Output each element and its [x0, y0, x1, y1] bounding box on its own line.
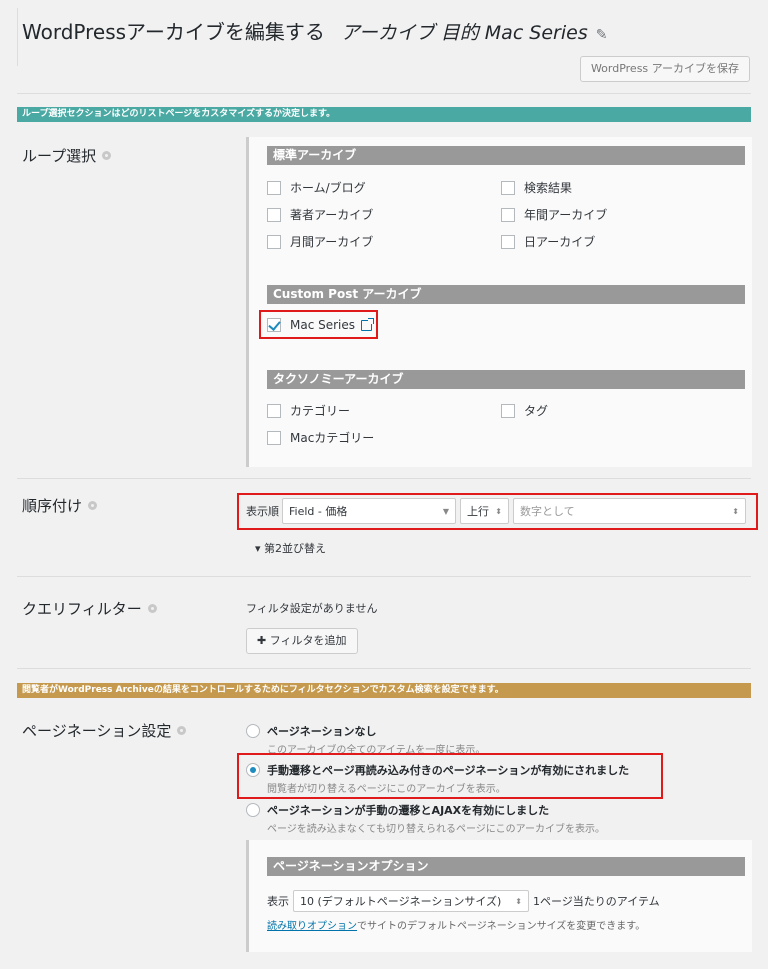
divider — [17, 478, 751, 479]
checkbox-label: 日アーカイブ — [524, 235, 596, 249]
radio-title: ページネーションなし — [267, 725, 377, 738]
highlight-box — [259, 310, 378, 339]
order-label-text: 順序付け — [22, 497, 83, 515]
show-label: 表示 — [267, 895, 289, 908]
pencil-icon[interactable]: ✎ — [596, 27, 608, 43]
filter-banner: 閲覧者がWordPress Archiveの結果をコントロールするためにフィルタ… — [17, 683, 751, 698]
checkbox-icon[interactable] — [501, 234, 515, 249]
checkbox-icon[interactable] — [267, 430, 281, 445]
checkbox-label: Macカテゴリー — [290, 431, 375, 445]
divider — [17, 668, 751, 669]
checkbox-icon[interactable] — [267, 207, 281, 222]
help-icon[interactable] — [177, 726, 187, 735]
checkbox-tag[interactable]: タグ — [501, 402, 548, 419]
divider — [17, 576, 751, 577]
page-title: WordPressアーカイブを編集する — [22, 20, 325, 44]
help-icon[interactable] — [102, 151, 112, 160]
radio-ajax-pagination[interactable]: ページネーションが手動の遷移とAJAXを有効にしました ページを読み込まなくても… — [246, 802, 605, 835]
add-filter-button[interactable]: ✚ フィルタを追加 — [246, 628, 358, 654]
loop-selection-box: 標準アーカイブ ホーム/ブログ 検索結果 著者アーカイブ 年間アーカイブ 月間ア… — [246, 137, 752, 467]
pagination-options-head: ページネーションオプション — [267, 857, 745, 876]
checkbox-category[interactable]: カテゴリー — [267, 402, 350, 419]
radio-no-pagination[interactable]: ページネーションなし このアーカイブの全てのアイテムを一度に表示。 — [246, 723, 485, 756]
checkbox-yearly-archive[interactable]: 年間アーカイブ — [501, 206, 607, 223]
checkbox-label: 検索結果 — [524, 181, 573, 195]
loop-section-label: ループ選択 — [22, 145, 112, 166]
reading-options-link[interactable]: 読み取りオプション — [267, 921, 357, 932]
archive-name: アーカイブ 目的 Mac Series — [340, 22, 588, 44]
no-filter-text: フィルタ設定がありません — [246, 602, 378, 615]
reading-options-note: 読み取りオプションでサイトのデフォルトページネーションサイズを変更できます。 — [267, 917, 645, 932]
select-value: 10 (デフォルトページネーションサイズ) — [300, 895, 502, 908]
checkbox-icon[interactable] — [267, 234, 281, 249]
checkbox-label: カテゴリー — [290, 404, 351, 418]
left-rule — [17, 8, 18, 66]
radio-desc: ページを読み込まなくても切り替えられるページにこのアーカイブを表示。 — [267, 824, 605, 835]
pagination-label-text: ページネーション設定 — [22, 722, 172, 740]
checkbox-label: ホーム/ブログ — [290, 181, 366, 195]
checkbox-label: 月間アーカイブ — [290, 235, 374, 249]
divider — [17, 93, 751, 94]
page-size-select[interactable]: 10 (デフォルトページネーションサイズ) ⬍ — [293, 890, 529, 912]
checkbox-monthly-archive[interactable]: 月間アーカイブ — [267, 233, 373, 250]
checkbox-icon[interactable] — [501, 180, 515, 195]
pagination-options-box: ページネーションオプション 表示 10 (デフォルトページネーションサイズ) ⬍… — [246, 840, 752, 952]
pagination-section-label: ページネーション設定 — [22, 720, 187, 741]
updown-arrows-icon: ⬍ — [515, 896, 522, 906]
radio-icon[interactable] — [246, 803, 260, 817]
reading-note-text: でサイトのデフォルトページネーションサイズを変更できます。 — [357, 921, 646, 932]
highlight-box — [237, 753, 663, 799]
checkbox-label: 著者アーカイブ — [290, 208, 374, 222]
checkbox-label: 年間アーカイブ — [524, 208, 608, 222]
custom-post-archives-head: Custom Post アーカイブ — [267, 285, 745, 304]
checkbox-author-archive[interactable]: 著者アーカイブ — [267, 206, 373, 223]
checkbox-icon[interactable] — [501, 207, 515, 222]
help-icon[interactable] — [88, 501, 98, 510]
page-size-row: 表示 10 (デフォルトページネーションサイズ) ⬍ 1ページ当たりのアイテム — [267, 890, 660, 912]
per-page-label: 1ページ当たりのアイテム — [533, 895, 660, 908]
checkbox-label: タグ — [524, 404, 549, 418]
checkbox-mac-category[interactable]: Macカテゴリー — [267, 429, 374, 446]
radio-title: ページネーションが手動の遷移とAJAXを有効にしました — [267, 804, 550, 817]
help-icon[interactable] — [147, 604, 157, 613]
page-title-row: WordPressアーカイブを編集する アーカイブ 目的 Mac Series … — [22, 16, 607, 45]
checkbox-home-blog[interactable]: ホーム/ブログ — [267, 179, 366, 196]
order-section-label: 順序付け — [22, 495, 98, 516]
filter-label-text: クエリフィルター — [22, 600, 142, 618]
checkbox-daily-archive[interactable]: 日アーカイブ — [501, 233, 595, 250]
taxonomy-archives-head: タクソノミーアーカイブ — [267, 370, 745, 389]
radio-icon[interactable] — [246, 724, 260, 738]
save-archive-button[interactable]: WordPress アーカイブを保存 — [579, 56, 750, 82]
checkbox-search-results[interactable]: 検索結果 — [501, 179, 572, 196]
secondary-sort-toggle[interactable]: ▾ 第2並び替え — [255, 540, 326, 556]
filter-section-label: クエリフィルター — [22, 598, 157, 619]
checkbox-icon[interactable] — [267, 403, 281, 418]
standard-archives-head: 標準アーカイブ — [267, 146, 745, 165]
loop-label-text: ループ選択 — [22, 147, 97, 165]
loop-banner: ループ選択セクションはどのリストページをカスタマイズするか決定します。 — [17, 107, 751, 122]
highlight-box — [237, 493, 758, 530]
checkbox-icon[interactable] — [267, 180, 281, 195]
checkbox-icon[interactable] — [501, 403, 515, 418]
